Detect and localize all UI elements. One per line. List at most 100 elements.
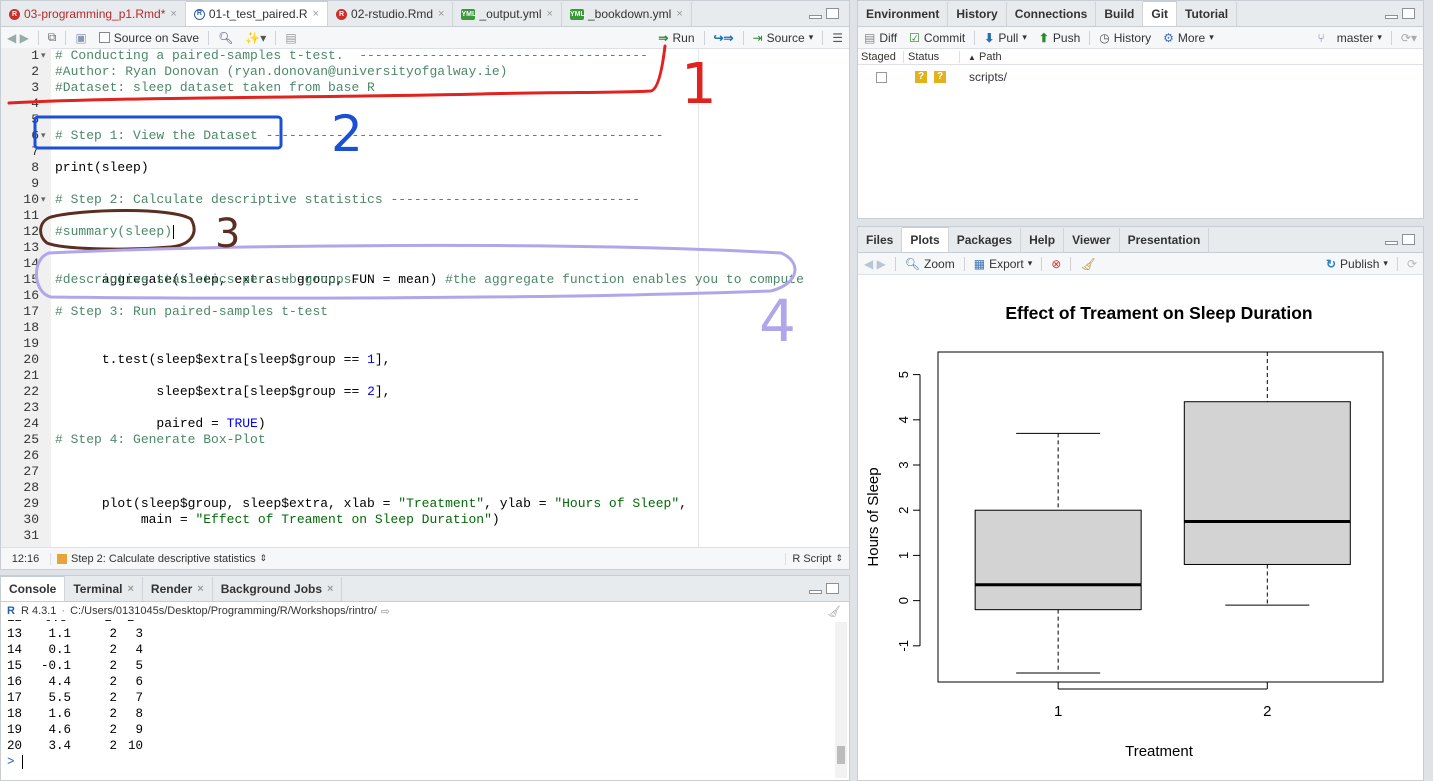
maximize-icon[interactable]	[826, 8, 839, 19]
tab-build[interactable]: Build	[1096, 2, 1144, 26]
tab-connections[interactable]: Connections	[1007, 2, 1097, 26]
staged-checkbox[interactable]	[876, 71, 887, 83]
chevron-down-icon[interactable]: ▾	[809, 32, 814, 43]
line-number-gutter: 1 ▾ 2 3 4 5 6 ▾ 7 8 9 10 ▾ 11 12 13 14 15 16 17 18 19 20 21 22 23…	[1, 48, 51, 547]
more-button[interactable]: ⚙ More ▾	[1157, 31, 1220, 45]
close-icon[interactable]: ×	[676, 8, 682, 20]
close-icon[interactable]: ×	[170, 8, 176, 20]
maximize-icon[interactable]	[826, 583, 839, 594]
clear-plots-icon[interactable]: 🧹︎	[1074, 257, 1101, 271]
refresh-icon[interactable]: ⟳▾	[1395, 31, 1423, 45]
rerun-icon[interactable]: ↪⇒	[708, 31, 740, 45]
close-icon[interactable]: ×	[327, 583, 333, 595]
close-icon[interactable]: ×	[197, 583, 203, 595]
console-cell: 8	[135, 707, 143, 721]
close-icon[interactable]: ×	[127, 583, 133, 595]
col-status[interactable]: Status	[904, 50, 960, 63]
go-to-directory-icon[interactable]: ⇨	[381, 605, 390, 618]
console-cell: 4.4	[48, 675, 71, 689]
tab-environment[interactable]: Environment	[858, 2, 949, 26]
new-branch-icon[interactable]: ⑂	[1312, 31, 1331, 45]
tab-presentation[interactable]: Presentation	[1120, 228, 1210, 252]
push-button[interactable]: ⬆ Push	[1033, 31, 1086, 45]
pull-button[interactable]: ⬇ Pull ▾	[978, 31, 1033, 45]
close-icon[interactable]: ×	[438, 8, 444, 20]
tab-packages[interactable]: Packages	[949, 228, 1022, 252]
line-number: 5	[31, 112, 39, 127]
tab-files[interactable]: Files	[858, 228, 903, 252]
code-line-25: # Step 4: Generate Box-Plot	[55, 432, 266, 447]
filetype-selector[interactable]: R Script ⇕	[785, 552, 849, 565]
tab-git[interactable]: Git	[1143, 1, 1178, 26]
run-button[interactable]: ⇒ Run	[652, 31, 700, 45]
console-scrollbar[interactable]	[835, 622, 847, 778]
col-staged[interactable]: Staged	[858, 50, 904, 63]
line-number: 1	[31, 48, 39, 63]
save-icon[interactable]: ▣	[69, 31, 92, 45]
source-button[interactable]: ⇥ Source ▾	[747, 31, 820, 45]
back-icon[interactable]: ◀ ▶	[1, 31, 35, 45]
minimize-icon[interactable]	[1385, 241, 1398, 245]
line-number: 24	[23, 416, 39, 431]
line-number: 14	[23, 256, 39, 271]
checkbox-icon[interactable]	[98, 32, 110, 43]
tab-history[interactable]: History	[948, 2, 1007, 26]
y-tick-label: 1	[896, 552, 911, 559]
tab-label: Background Jobs	[220, 582, 323, 596]
publish-button[interactable]: ↻ Publish ▾	[1320, 257, 1394, 271]
code-tools-icon[interactable]: ✨▾	[239, 31, 272, 45]
chevron-down-icon[interactable]: ▾	[1209, 32, 1214, 43]
close-icon[interactable]: ×	[547, 8, 553, 20]
working-directory[interactable]: C:/Users/0131045s/Desktop/Programming/R/…	[70, 605, 377, 617]
tab-output-yml[interactable]: YML _output.yml ×	[453, 2, 562, 26]
tab-label: 01-t_test_paired.R	[208, 7, 308, 21]
maximize-icon[interactable]	[1402, 8, 1415, 19]
tab-help[interactable]: Help	[1021, 228, 1065, 252]
commit-button[interactable]: ☑ Commit	[903, 31, 971, 45]
clear-console-icon[interactable]: 🧹︎	[827, 605, 841, 618]
console-output[interactable]: 12 0.8 2 2 131.123140.12415-0.125164.426…	[1, 620, 833, 780]
source-on-save-checkbox[interactable]: Source on Save	[93, 31, 205, 45]
fold-arrow-icon[interactable]: ▾	[41, 194, 46, 205]
tab-background-jobs[interactable]: Background Jobs ×	[213, 577, 343, 601]
tab-01-t-test-paired[interactable]: R 01-t_test_paired.R ×	[185, 1, 329, 26]
minimize-icon[interactable]	[809, 15, 822, 19]
tab-console[interactable]: Console	[1, 576, 66, 601]
history-button[interactable]: ◷ History	[1093, 31, 1157, 45]
search-icon[interactable]: 🔍︎	[212, 31, 239, 45]
tab-plots[interactable]: Plots	[902, 227, 949, 252]
remove-plot-icon[interactable]: ⊗	[1045, 257, 1067, 271]
col-path[interactable]: ▲ Path	[960, 51, 1002, 63]
minimize-icon[interactable]	[809, 590, 822, 594]
code-editor[interactable]: # Conducting a paired-samples t-test. --…	[51, 48, 849, 547]
code-line-6: # Step 1: View the Dataset -------------…	[55, 128, 664, 143]
fold-arrow-icon[interactable]: ▾	[41, 50, 46, 61]
compile-report-icon[interactable]: ▤	[279, 31, 302, 45]
chevron-down-icon[interactable]: ▾	[1022, 32, 1027, 43]
tab-tutorial[interactable]: Tutorial	[1177, 2, 1238, 26]
section-navigator[interactable]: Step 2: Calculate descriptive statistics…	[51, 553, 273, 565]
diff-button[interactable]: ▤ Diff	[858, 31, 903, 45]
outline-icon[interactable]: ☰	[826, 31, 849, 45]
minimize-icon[interactable]	[1385, 15, 1398, 19]
back-icon[interactable]: ◀ ▶	[858, 257, 892, 271]
refresh-icon[interactable]: ⟳	[1401, 257, 1423, 271]
close-icon[interactable]: ×	[313, 8, 319, 20]
scrollbar-thumb[interactable]	[837, 746, 845, 764]
fold-arrow-icon[interactable]: ▾	[41, 130, 46, 141]
maximize-icon[interactable]	[1402, 234, 1415, 245]
export-button[interactable]: ▦ Export ▾	[968, 257, 1039, 271]
show-in-window-icon[interactable]: ⧉	[42, 30, 63, 45]
tab-terminal[interactable]: Terminal ×	[65, 577, 143, 601]
git-file-row[interactable]: ? ? scripts/	[858, 67, 1423, 87]
x-tick-label: 1	[1054, 703, 1062, 720]
zoom-button[interactable]: 🔍︎ Zoom	[899, 257, 961, 271]
tab-viewer[interactable]: Viewer	[1064, 228, 1120, 252]
branch-selector[interactable]: master ▾	[1331, 31, 1388, 45]
tab-02-rstudio[interactable]: R 02-rstudio.Rmd ×	[328, 2, 454, 26]
boxes	[974, 351, 1351, 674]
tab-bookdown-yml[interactable]: YML _bookdown.yml ×	[562, 2, 692, 26]
plots-pane: Files Plots Packages Help Viewer Present…	[857, 226, 1424, 781]
tab-03-programming[interactable]: R 03-programming_p1.Rmd* ×	[1, 2, 186, 26]
tab-render[interactable]: Render ×	[143, 577, 213, 601]
